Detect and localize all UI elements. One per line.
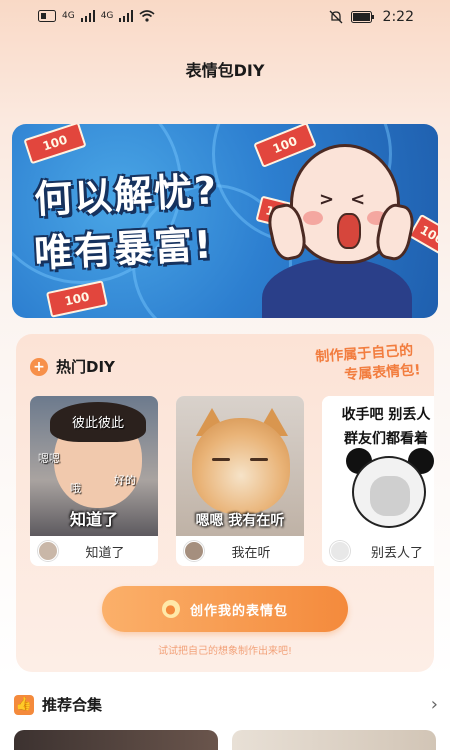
recommend-title: 推荐合集 bbox=[42, 696, 103, 714]
hot-diy-card: + 热门DIY 制作属于自己的 专属表情包! 彼此彼此 嗯嗯 哦 好的 知道了 … bbox=[16, 334, 434, 672]
cat-head bbox=[192, 418, 290, 514]
meme-item[interactable]: 彼此彼此 嗯嗯 哦 好的 知道了 知道了 bbox=[30, 396, 158, 566]
meme-item[interactable]: 收手吧 别丢人 群友们都看着 别丢人了 bbox=[322, 396, 434, 566]
cheek bbox=[303, 211, 323, 225]
hot-diy-title: 热门DIY bbox=[56, 358, 115, 376]
meme-text-line2: 群友们都看着 bbox=[344, 431, 428, 447]
overlay-right: 好的 bbox=[114, 474, 136, 487]
recommend-item[interactable] bbox=[232, 730, 436, 750]
meme-item[interactable]: 嗯嗯 我有在听 我在听 bbox=[176, 396, 304, 566]
wifi-icon bbox=[139, 10, 155, 22]
sim2-label: 4G bbox=[100, 11, 114, 21]
plus-icon: + bbox=[30, 357, 48, 376]
cat-eye bbox=[250, 458, 268, 461]
create-meme-label: 创作我的表情包 bbox=[189, 603, 288, 619]
status-right: 2:22 bbox=[329, 9, 414, 25]
meme-name: 我在听 bbox=[231, 545, 271, 561]
lightbulb-icon: ● bbox=[161, 600, 180, 618]
avatar bbox=[38, 541, 58, 561]
sim1-label: 4G bbox=[62, 11, 75, 21]
meme-list: 彼此彼此 嗯嗯 哦 好的 知道了 知道了 嗯嗯 我有在听 我在听 收手吧 别丢人… bbox=[30, 396, 434, 566]
cat-eye bbox=[212, 458, 230, 461]
hot-diy-slogan: 制作属于自己的 专属表情包! bbox=[315, 341, 421, 388]
create-hint: 试试把自己的想象制作出来吧! bbox=[157, 646, 292, 657]
promo-banner[interactable]: 100 100 100 100 100 何以解忧? 唯有暴富! >< bbox=[12, 124, 438, 318]
meme-footer: 我在听 bbox=[176, 536, 304, 566]
battery-icon bbox=[350, 11, 374, 23]
meme-image: 嗯嗯 我有在听 bbox=[176, 396, 304, 536]
meme-caption: 知道了 bbox=[69, 510, 118, 529]
recommend-list bbox=[14, 730, 450, 750]
meme-text-line1: 收手吧 别丢人 bbox=[341, 407, 431, 423]
banner-line2: 唯有暴富! bbox=[33, 222, 215, 276]
signal-icon bbox=[80, 10, 95, 22]
overlay-left: 嗯嗯 bbox=[38, 452, 60, 465]
eyes: >< bbox=[319, 189, 382, 210]
create-meme-button[interactable]: ● 创作我的表情包 bbox=[102, 586, 348, 632]
mouth bbox=[337, 213, 361, 249]
mute-icon bbox=[329, 10, 343, 24]
status-left: 4G 4G bbox=[38, 10, 155, 22]
meme-footer: 知道了 bbox=[30, 536, 158, 566]
overlay-top: 彼此彼此 bbox=[72, 416, 125, 431]
avatar bbox=[184, 541, 204, 561]
meme-caption: 嗯嗯 我有在听 bbox=[195, 513, 285, 529]
page-title: 表情包DIY bbox=[185, 61, 265, 80]
panda-face bbox=[370, 476, 410, 516]
signal-icon bbox=[119, 10, 134, 22]
status-time: 2:22 bbox=[382, 9, 414, 25]
recommend-item[interactable] bbox=[14, 730, 218, 750]
overlay-mid: 哦 bbox=[70, 482, 81, 495]
status-bar: 4G 4G 2:22 bbox=[0, 0, 450, 34]
chevron-right-icon[interactable]: › bbox=[431, 694, 438, 715]
thumbs-up-icon: 👍 bbox=[14, 694, 34, 715]
money-bill-icon: 100 bbox=[45, 280, 109, 318]
avatar bbox=[330, 541, 350, 561]
meme-name: 知道了 bbox=[85, 545, 125, 561]
hot-diy-header: + 热门DIY bbox=[30, 356, 115, 377]
meme-image: 收手吧 别丢人 群友们都看着 bbox=[322, 396, 434, 536]
meme-name: 别丢人了 bbox=[370, 545, 423, 561]
meme-image: 彼此彼此 嗯嗯 哦 好的 知道了 bbox=[30, 396, 158, 536]
sim-card-icon bbox=[38, 10, 56, 22]
meme-footer: 别丢人了 bbox=[322, 536, 434, 566]
recommend-header[interactable]: 👍 推荐合集 › bbox=[14, 694, 438, 715]
